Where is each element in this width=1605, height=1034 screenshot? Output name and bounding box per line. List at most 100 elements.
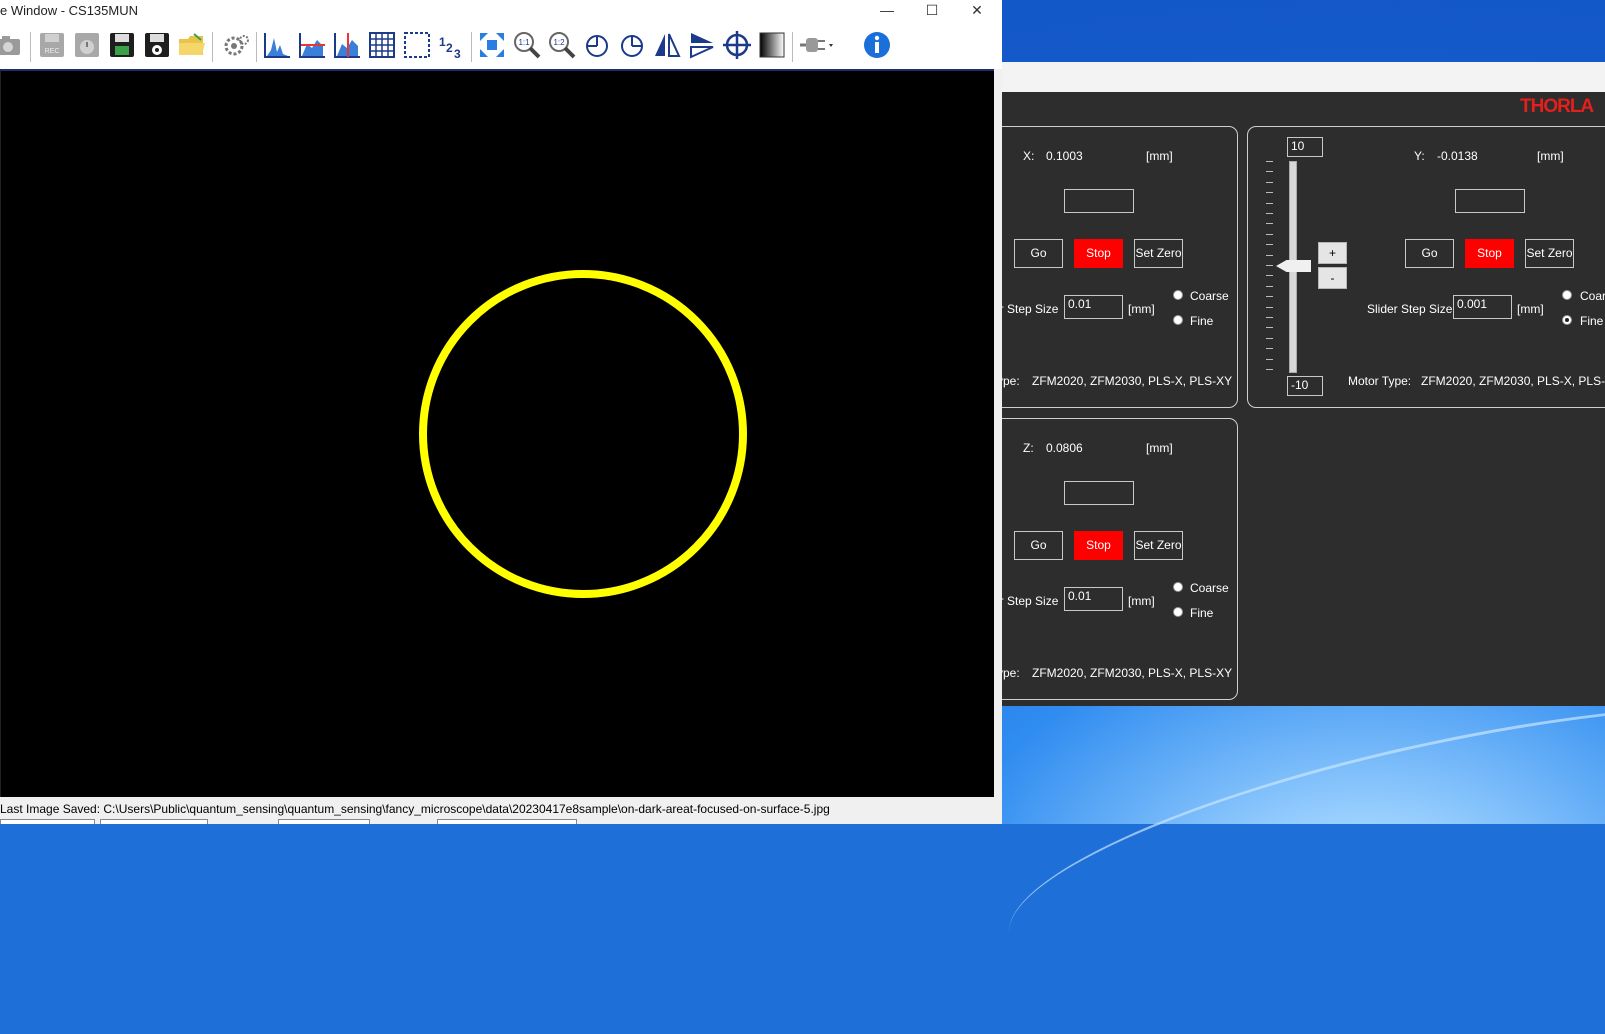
y-increment-button[interactable]: + (1318, 242, 1347, 264)
z-coarse-label: Coarse (1190, 581, 1229, 595)
zoom-1-2-icon[interactable]: 1:2 (547, 30, 577, 60)
toolbar-separator (30, 32, 31, 62)
z-target-input[interactable] (1064, 481, 1134, 505)
svg-text:1: 1 (439, 35, 446, 49)
y-coarse-radio[interactable] (1562, 290, 1572, 300)
fit-to-window-icon[interactable] (477, 30, 507, 60)
camera-image-view[interactable] (0, 69, 999, 797)
y-set-zero-button[interactable]: Set Zero (1525, 239, 1574, 268)
status-tab (100, 819, 208, 824)
flip-horizontal-icon[interactable] (652, 30, 682, 60)
z-go-button[interactable]: Go (1014, 531, 1063, 560)
x-stop-button[interactable]: Stop (1074, 239, 1123, 268)
minimize-button[interactable]: — (865, 0, 909, 22)
z-fine-radio[interactable] (1173, 607, 1183, 617)
y-slider-min-input[interactable]: -10 (1287, 376, 1323, 396)
rotate-right-icon[interactable] (617, 30, 647, 60)
y-target-input[interactable] (1455, 189, 1525, 213)
thorlabs-logo: THORLA (1520, 96, 1594, 117)
y-coarse-label: Coar (1580, 289, 1605, 303)
y-position-value: -0.0138 (1437, 149, 1478, 163)
slider-tick (1266, 181, 1273, 183)
settings-gear-icon[interactable] (222, 30, 252, 60)
status-tab (0, 819, 95, 824)
x-step-unit-label: [mm] (1128, 302, 1155, 316)
overlay-circle (419, 270, 747, 598)
crosshair-icon[interactable] (722, 30, 752, 60)
save-settings-icon[interactable] (142, 30, 172, 60)
zoom-1-1-icon[interactable]: 1:1 (512, 30, 542, 60)
slider-tick (1266, 161, 1273, 162)
x-unit-label: [mm] (1146, 149, 1173, 163)
motor-window-titlebar[interactable] (990, 62, 1605, 93)
z-coarse-radio[interactable] (1173, 582, 1183, 592)
toolbar-separator (471, 32, 472, 62)
z-fine-label: Fine (1190, 606, 1214, 620)
info-icon[interactable] (862, 30, 892, 60)
svg-text:1:2: 1:2 (553, 38, 565, 47)
y-go-button[interactable]: Go (1405, 239, 1454, 268)
z-position-label: Z: (1023, 441, 1034, 455)
open-folder-icon[interactable] (177, 30, 207, 60)
camera-window-titlebar[interactable]: e Window - CS135MUN — ☐ ✕ (0, 0, 1002, 22)
window-title: e Window - CS135MUN (0, 3, 138, 18)
maximize-button[interactable]: ☐ (910, 0, 954, 22)
z-stop-button[interactable]: Stop (1074, 531, 1123, 560)
x-target-input[interactable] (1064, 189, 1134, 213)
close-button[interactable]: ✕ (955, 0, 999, 22)
z-unit-label: [mm] (1146, 441, 1173, 455)
x-step-size-input[interactable]: 0.01 (1064, 295, 1123, 319)
slider-tick (1266, 265, 1273, 266)
roi-select-icon[interactable] (402, 30, 432, 60)
toolbar-separator (256, 32, 257, 62)
toolbar-separator (212, 32, 213, 62)
camera-window-edge (994, 69, 1002, 799)
x-position-label: X: (1023, 149, 1035, 163)
rotate-left-icon[interactable] (582, 30, 612, 60)
grayscale-icon[interactable] (757, 30, 787, 60)
grid-icon[interactable] (367, 30, 397, 60)
y-step-size-input[interactable]: 0.001 (1453, 295, 1512, 319)
y-unit-label: [mm] (1537, 149, 1564, 163)
record-icon[interactable]: REC (37, 30, 67, 60)
status-tab (278, 819, 370, 824)
x-motor-type-value: ZFM2020, ZFM2030, PLS-X, PLS-XY (1032, 374, 1233, 388)
plug-icon[interactable] (798, 30, 836, 60)
camera-icon[interactable] (0, 30, 24, 60)
slider-tick (1266, 306, 1273, 308)
svg-text:1:1: 1:1 (518, 38, 530, 47)
y-slider-max-input[interactable]: 10 (1287, 137, 1323, 157)
numbers-icon[interactable]: 123 (437, 30, 467, 60)
slider-tick (1266, 337, 1273, 339)
slider-tick (1266, 327, 1273, 329)
y-fine-radio[interactable] (1562, 315, 1572, 325)
line-profile-icon[interactable] (297, 30, 327, 60)
y-decrement-button[interactable]: - (1318, 267, 1347, 289)
slider-tick (1266, 348, 1273, 350)
y-motor-type-label: Motor Type: (1348, 374, 1412, 388)
status-tab (437, 819, 577, 824)
column-profile-icon[interactable] (332, 30, 362, 60)
x-set-zero-button[interactable]: Set Zero (1134, 239, 1183, 268)
histogram-icon[interactable] (262, 30, 292, 60)
z-set-zero-button[interactable]: Set Zero (1134, 531, 1183, 560)
z-step-size-input[interactable]: 0.01 (1064, 587, 1123, 611)
slider-tick (1266, 275, 1273, 277)
z-step-unit-label: [mm] (1128, 594, 1155, 608)
svg-text:3: 3 (454, 47, 461, 60)
toolbar-separator (792, 32, 793, 62)
x-fine-radio[interactable] (1173, 315, 1183, 325)
slider-tick (1266, 233, 1273, 235)
slider-tick (1266, 244, 1273, 246)
slider-tick (1266, 358, 1273, 360)
z-position-value: 0.0806 (1046, 441, 1083, 455)
x-coarse-radio[interactable] (1173, 290, 1183, 300)
x-go-button[interactable]: Go (1014, 239, 1063, 268)
save-image-icon[interactable] (107, 30, 137, 60)
y-stop-button[interactable]: Stop (1465, 239, 1514, 268)
z-motor-type-value: ZFM2020, ZFM2030, PLS-X, PLS-XY (1032, 666, 1233, 680)
flip-vertical-icon[interactable] (687, 30, 717, 60)
slider-tick (1266, 213, 1273, 214)
timer-icon[interactable] (72, 30, 102, 60)
y-fine-label: Fine (1580, 314, 1604, 328)
